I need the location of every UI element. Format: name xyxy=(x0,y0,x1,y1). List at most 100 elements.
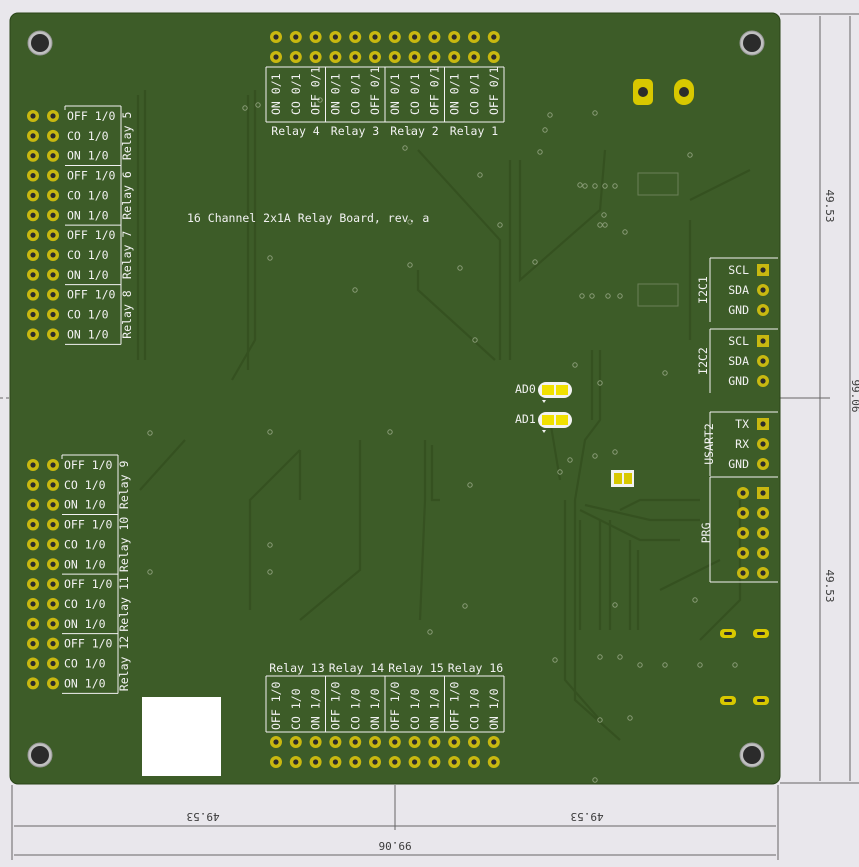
connector-pin-pad xyxy=(757,264,769,276)
relay-left-pin-pad xyxy=(47,459,59,471)
connector-pin-label: GND xyxy=(728,457,749,471)
relay-top-pin-pad xyxy=(408,51,421,63)
relay-left-pin-pad xyxy=(27,558,39,571)
relay-left-pin-pad xyxy=(27,498,39,511)
connector-pin-pad xyxy=(757,304,769,316)
prg-pin-pad xyxy=(737,547,749,559)
relay-left-pin-pad xyxy=(47,677,59,690)
relay-top-pin-pad xyxy=(428,51,441,63)
relay-top-pin-pad xyxy=(388,51,401,63)
dim-bottom-right: 49.53 xyxy=(570,810,603,823)
relay-left-pin-pad xyxy=(47,478,59,491)
relay-bottom-pin-label: ON 1/0 xyxy=(368,688,382,730)
relay-left-pin-label: OFF 1/0 xyxy=(64,577,113,591)
relay-left-pin-pad xyxy=(47,110,59,122)
relay-left-pin-pad xyxy=(27,518,39,531)
relay-top-pin-label: OFF 0/1 xyxy=(309,66,323,115)
relay-left-pin-pad xyxy=(47,578,59,591)
relay-left-pin-label: CO 1/0 xyxy=(64,597,106,611)
relay-left-pin-label: ON 1/0 xyxy=(64,676,106,690)
relay-bottom-pin-label: OFF 1/0 xyxy=(388,681,402,730)
relay-top-pin-pad xyxy=(270,51,282,63)
dim-right-total: 99.06 xyxy=(849,379,859,412)
relay-left-pin-label: OFF 1/0 xyxy=(64,458,113,472)
relay-top-pin-label: CO 0/1 xyxy=(348,73,362,115)
prg-pin-pad xyxy=(757,547,769,559)
relay-left-pin-label: ON 1/0 xyxy=(64,557,106,571)
relay-left-pin-pad xyxy=(47,558,59,571)
relay-left-pin-label: CO 1/0 xyxy=(67,129,109,143)
relay-top-pin-pad xyxy=(289,51,302,63)
relay-left-name: Relay 5 xyxy=(120,112,134,160)
relay-left-pin-pad xyxy=(27,478,39,491)
connector-pin-pad xyxy=(757,418,769,430)
relay-bottom-pin-label: CO 1/0 xyxy=(289,688,303,730)
relay-left-pin-label: CO 1/0 xyxy=(67,188,109,202)
connector-pin-label: RX xyxy=(735,437,749,451)
relay-bottom-name: Relay 13 xyxy=(269,661,324,675)
connector-pin-label: GND xyxy=(728,303,749,317)
relay-bottom-pin-pad xyxy=(408,756,421,768)
relay-left-pin-label: CO 1/0 xyxy=(64,657,106,671)
relay-bottom-pin-label: OFF 1/0 xyxy=(269,681,283,730)
relay-left-name: Relay 7 xyxy=(120,231,134,280)
relay-left-pin-pad xyxy=(27,209,39,222)
relay-top-pin-label: CO 0/1 xyxy=(289,73,303,115)
relay-top-pin-pad xyxy=(329,51,342,63)
relay-left-pin-label: OFF 1/0 xyxy=(64,637,113,651)
relay-left-pin-pad xyxy=(27,459,39,471)
relay-left-pin-pad xyxy=(27,110,39,122)
relay-top-pin-pad xyxy=(309,51,322,63)
relay-bottom-pin-label: ON 1/0 xyxy=(487,688,501,730)
relay-top-pin-pad xyxy=(270,31,282,43)
board-title: 16 Channel 2x1A Relay Board, rev. a xyxy=(187,211,429,225)
relay-top-pin-pad xyxy=(289,31,302,43)
relay-left-pin-pad xyxy=(47,209,59,222)
relay-left-pin-label: CO 1/0 xyxy=(64,537,106,551)
relay-bottom-pin-pad xyxy=(349,736,362,748)
relay-left-pin-label: ON 1/0 xyxy=(67,208,109,222)
prg-pin-pad xyxy=(737,507,749,519)
relay-bottom-pin-pad xyxy=(388,736,401,748)
relay-left-pin-pad xyxy=(47,149,59,162)
relay-top-pin-label: ON 0/1 xyxy=(329,73,343,115)
relay-left-pin-pad xyxy=(47,538,59,551)
relay-bottom-pin-pad xyxy=(428,736,441,748)
relay-left-pin-pad xyxy=(47,268,59,281)
connector-name: I2C2 xyxy=(696,347,710,375)
relay-left-pin-pad xyxy=(27,129,39,142)
relay-left-pin-pad xyxy=(27,578,39,591)
label-area xyxy=(142,697,221,776)
relay-top-pin-label: ON 0/1 xyxy=(448,73,462,115)
relay-top-pin-label: OFF 0/1 xyxy=(368,66,382,115)
relay-top-pin-pad xyxy=(369,31,381,43)
relay-left-pin-pad xyxy=(47,169,59,182)
relay-left-name: Relay 6 xyxy=(120,171,134,220)
relay-left-pin-label: OFF 1/0 xyxy=(64,518,113,532)
relay-left-pin-pad xyxy=(27,617,39,630)
relay-top-pin-pad xyxy=(349,31,362,43)
relay-bottom-pin-pad xyxy=(309,756,322,768)
small-jumper xyxy=(611,470,634,487)
relay-bottom-pin-pad xyxy=(329,756,342,768)
relay-top-name: Relay 4 xyxy=(271,124,320,138)
relay-left-pin-pad xyxy=(27,637,39,650)
connector-pin-pad xyxy=(757,375,769,387)
relay-top-pin-pad xyxy=(468,31,480,43)
relay-left-pin-pad xyxy=(47,597,59,610)
relay-bottom-pin-pad xyxy=(448,736,461,748)
connector-pin-pad xyxy=(757,458,769,470)
relay-left-pin-pad xyxy=(27,677,39,690)
relay-left-pin-pad xyxy=(27,597,39,610)
dim-bottom-left: 49.53 xyxy=(186,810,219,823)
relay-left-pin-pad xyxy=(27,288,39,301)
relay-left-pin-pad xyxy=(27,189,39,202)
relay-top-pin-pad xyxy=(428,31,441,43)
relay-bottom-pin-label: CO 1/0 xyxy=(467,688,481,730)
connector-pin-pad xyxy=(757,438,769,450)
connector-pin-pad xyxy=(757,284,769,296)
relay-bottom-name: Relay 16 xyxy=(448,661,503,675)
relay-bottom-pin-pad xyxy=(329,736,342,748)
relay-top-pin-pad xyxy=(468,51,480,63)
relay-left-pin-pad xyxy=(27,328,39,341)
